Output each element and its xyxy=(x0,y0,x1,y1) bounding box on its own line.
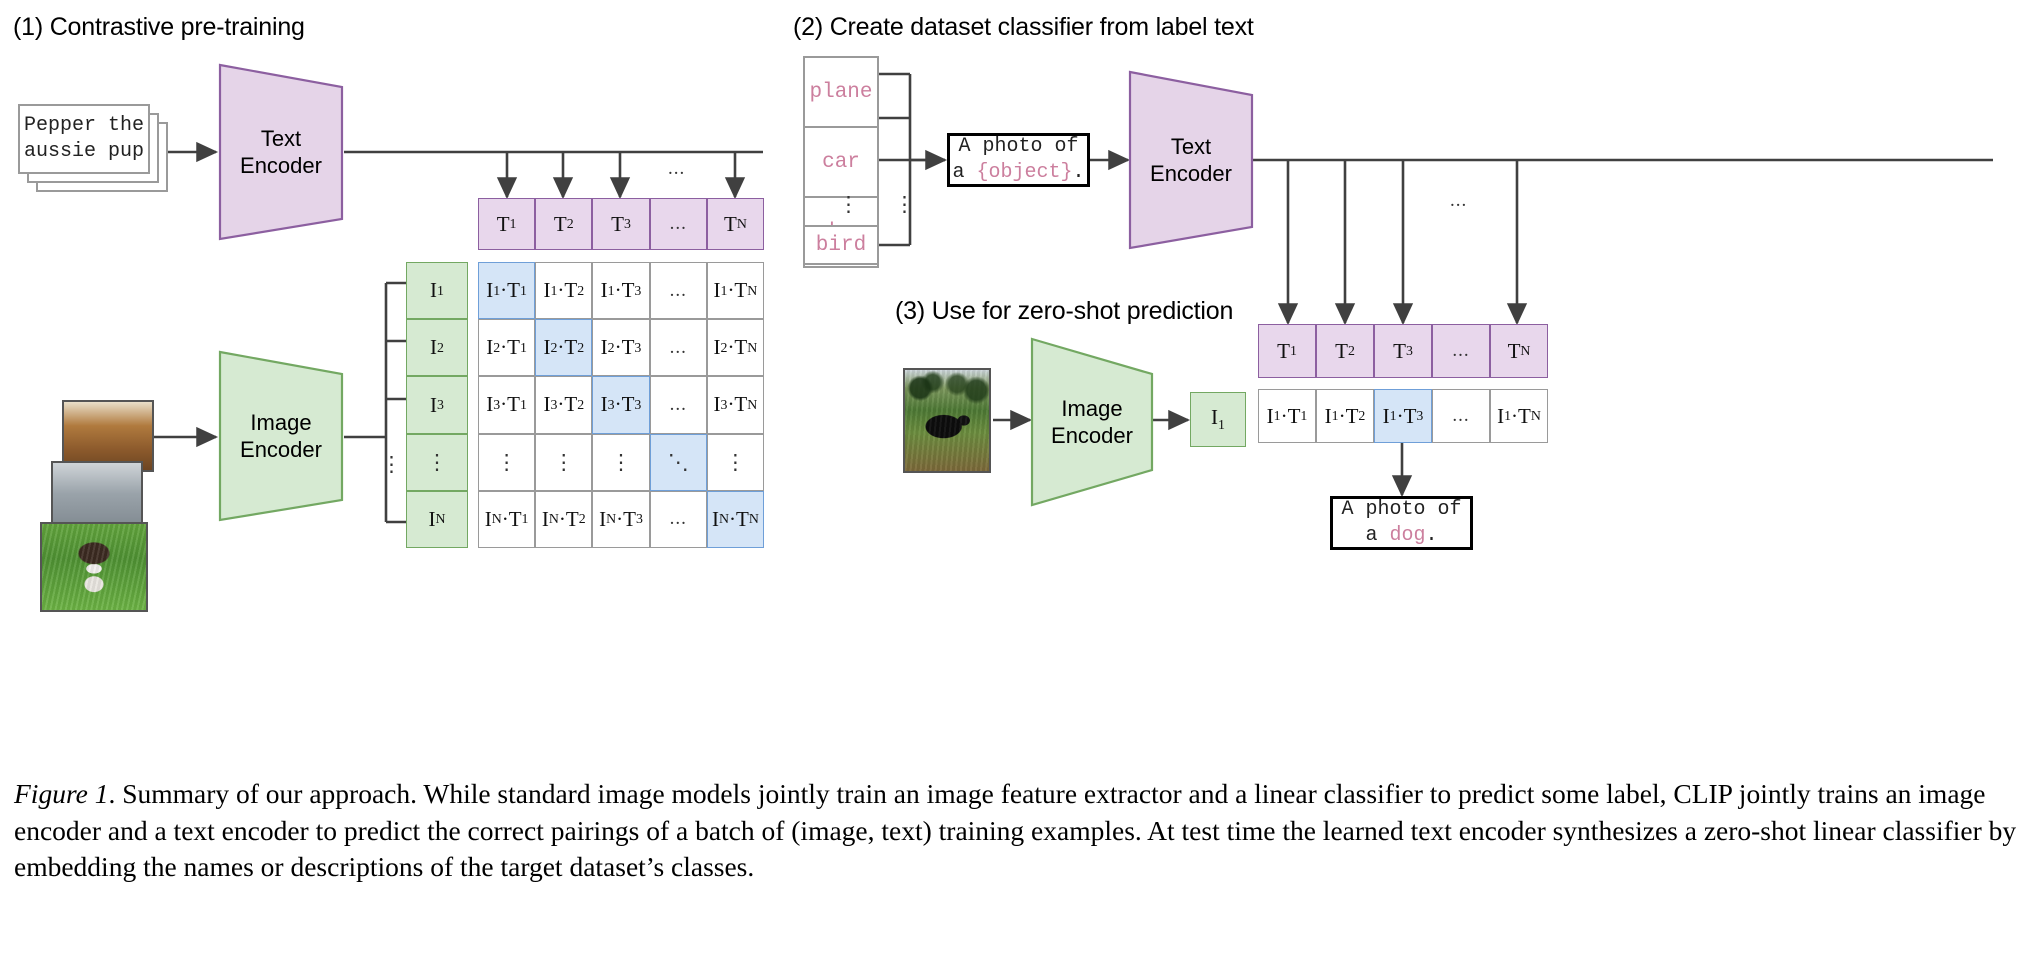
class-label-ellipsis: ⋮ xyxy=(838,192,859,216)
image-bus-ellipsis: ⋮ xyxy=(381,452,402,476)
similarity-cell: ... xyxy=(649,262,707,320)
text-embedding-cell: ... xyxy=(649,198,707,250)
similarity-matrix: I 1 ·T 1 I 1 ·T 2 I 1 ·T 3... I 1 ·T N I 2 ·T 1 I 2 ·T 2 I 2 ·T 3..… xyxy=(478,262,764,548)
similarity-cell: I 3 ·T 1 xyxy=(478,376,536,434)
text-encoder-2[interactable]: Text Encoder xyxy=(1128,70,1254,250)
image-stack xyxy=(40,378,160,612)
image-thumb-front xyxy=(40,522,148,612)
section-1-title: (1) Contrastive pre-training xyxy=(13,13,305,41)
similarity-cell: I 3 ·T 2 xyxy=(535,376,593,434)
section-2-title: (2) Create dataset classifier from label… xyxy=(793,13,1254,41)
section-3-title: (3) Use for zero-shot prediction xyxy=(895,297,1234,325)
image-encoder-1[interactable]: Image Encoder xyxy=(218,350,344,522)
similarity-cell: I 2 ·T 1 xyxy=(478,319,536,377)
zeroshot-score-cell: I 1 ·T 3 xyxy=(1374,389,1432,443)
prediction-result-text: A photo of a dog. xyxy=(1341,497,1461,549)
similarity-cell: ... xyxy=(649,490,707,548)
class-bus-ellipsis: ⋮ xyxy=(894,192,915,216)
image-embedding-cell: I1 xyxy=(406,262,468,320)
test-image-embedding-label: I1 xyxy=(1211,405,1225,433)
caption-line-1: Pepper the xyxy=(23,114,145,137)
result-line-1: A photo of xyxy=(1341,498,1462,521)
class-label-car[interactable]: car xyxy=(803,126,879,198)
test-image-thumb xyxy=(903,368,991,473)
similarity-cell: I N ·T 3 xyxy=(592,490,650,548)
image-embedding-cell: ⋮ xyxy=(406,433,468,491)
text-embedding-cell: T1 xyxy=(478,198,536,250)
text-embedding-row-1: T 1 T 2 T 3... T N xyxy=(478,198,765,250)
image-encoder-3[interactable]: Image Encoder xyxy=(1030,337,1154,507)
image-embedding-cell: I2 xyxy=(406,319,468,377)
similarity-cell: I 3 ·T N xyxy=(706,376,764,434)
similarity-cell: I 1 ·T 3 xyxy=(592,262,650,320)
text-embedding-cell: T3 xyxy=(592,198,650,250)
similarity-cell: I N ·T 1 xyxy=(478,490,536,548)
image-embedding-column-1: I 1 I 2 I 3 ⋮ I N xyxy=(406,262,468,549)
similarity-cell: I 1 ·T 2 xyxy=(535,262,593,320)
text-embedding-cell: T3 xyxy=(1374,324,1432,378)
text-embedding-cell: T2 xyxy=(535,198,593,250)
prompt-template-box: A photo of a {object}. xyxy=(947,133,1090,187)
caption-stack: Pepper the aussie pup xyxy=(18,104,168,192)
prompt-template-text: A photo of a {object}. xyxy=(952,134,1084,186)
similarity-cell: ... xyxy=(649,319,707,377)
zeroshot-score-cell: I 1 ·T N xyxy=(1490,389,1548,443)
similarity-cell: I 2 ·T 3 xyxy=(592,319,650,377)
text-embedding-cell: T1 xyxy=(1258,324,1316,378)
class-label-plane[interactable]: plane xyxy=(803,56,879,128)
similarity-cell: ⋮ xyxy=(535,433,593,491)
image-embedding-cell: I3 xyxy=(406,376,468,434)
text-encoder-1[interactable]: Text Encoder xyxy=(218,63,344,241)
zeroshot-score-row: I 1 ·T 1 I 1 ·T 2 I 1 ·T 3... I 1 ·T N xyxy=(1258,389,1548,443)
test-image-embedding: I1 xyxy=(1190,392,1246,447)
figure-caption-label: Figure 1 xyxy=(14,778,109,809)
result-class-name: dog xyxy=(1389,524,1426,547)
similarity-cell: ⋮ xyxy=(592,433,650,491)
similarity-cell: ⋮ xyxy=(706,433,764,491)
similarity-cell: I N ·T N xyxy=(706,490,764,548)
similarity-cell: I 3 ·T 3 xyxy=(592,376,650,434)
image-embedding-cell: IN xyxy=(406,490,468,549)
class-label-bird[interactable]: bird xyxy=(803,225,879,265)
prompt-line-1: A photo of xyxy=(958,135,1079,158)
zeroshot-score-cell: I 1 ·T 1 xyxy=(1258,389,1316,443)
text-embedding-cell: TN xyxy=(706,198,765,250)
similarity-cell: I 2 ·T N xyxy=(706,319,764,377)
similarity-cell: ⋮ xyxy=(478,433,536,491)
figure-canvas: (1) Contrastive pre-training Pepper the a… xyxy=(0,0,2033,969)
caption-line-2: aussie pup xyxy=(23,140,145,163)
similarity-cell: I 1 ·T 1 xyxy=(478,262,536,320)
text-embedding-cell: T2 xyxy=(1316,324,1374,378)
text-embedding-cell: ... xyxy=(1432,324,1490,378)
text-embedding-cell: TN xyxy=(1490,324,1548,378)
text-bus-ellipsis: ... xyxy=(668,158,686,179)
similarity-cell: I 1 ·T N xyxy=(706,262,764,320)
prompt-line-2-prefix: a xyxy=(952,161,977,184)
caption-text: Pepper the aussie pup xyxy=(24,113,144,165)
zeroshot-score-cell: I 1 ·T 2 xyxy=(1316,389,1374,443)
similarity-cell: I N ·T 2 xyxy=(535,490,593,548)
prompt-object-slot: {object} xyxy=(976,161,1073,184)
similarity-cell: ⋱ xyxy=(649,433,707,491)
figure-caption-body: . Summary of our approach. While standar… xyxy=(14,778,2017,882)
figure-caption: Figure 1. Summary of our approach. While… xyxy=(14,776,2019,886)
prompt-line-2-suffix: . xyxy=(1072,161,1085,184)
similarity-cell: I 2 ·T 2 xyxy=(535,319,593,377)
result-line-2-suffix: . xyxy=(1425,524,1438,547)
text-bus-ellipsis-2: ... xyxy=(1450,190,1468,211)
similarity-cell: ... xyxy=(649,376,707,434)
prediction-result-box: A photo of a dog. xyxy=(1330,496,1473,550)
text-embedding-row-2: T 1 T 2 T 3... T N xyxy=(1258,324,1548,378)
zeroshot-score-cell: ... xyxy=(1432,389,1490,443)
result-line-2-prefix: a xyxy=(1365,524,1390,547)
caption-card-front: Pepper the aussie pup xyxy=(18,104,150,174)
